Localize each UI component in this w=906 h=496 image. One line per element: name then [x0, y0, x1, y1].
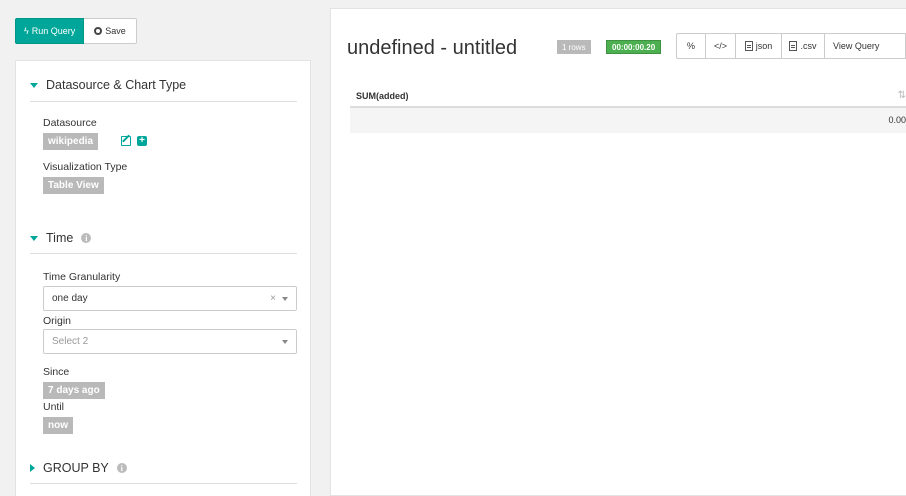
view-query-label: View Query: [833, 41, 880, 51]
until-value-tag[interactable]: now: [43, 417, 73, 434]
json-file-icon: [744, 41, 753, 51]
csv-file-icon: [789, 41, 798, 51]
time-granularity-label: Time Granularity: [43, 271, 121, 283]
since-label: Since: [43, 366, 70, 378]
section-header-groupby[interactable]: GROUP BY i: [30, 461, 127, 475]
table-row: 0.00: [350, 108, 906, 133]
json-label: json: [755, 41, 773, 51]
section-divider: [30, 101, 297, 102]
origin-select[interactable]: Select 2: [43, 329, 297, 354]
time-granularity-select[interactable]: one day ×: [43, 286, 297, 311]
edit-icon[interactable]: [121, 136, 131, 146]
link-button[interactable]: %: [676, 33, 706, 59]
save-button[interactable]: Save: [84, 18, 137, 44]
chevron-down-icon: [282, 340, 288, 344]
view-query-button[interactable]: View Query: [825, 33, 906, 59]
section-title-groupby: GROUP BY: [43, 461, 109, 475]
sort-icon[interactable]: ⇅: [898, 90, 906, 101]
save-label: Save: [105, 26, 126, 36]
section-divider: [30, 253, 297, 254]
sidebar: Datasource & Chart Type Datasource wikip…: [15, 60, 311, 496]
results-toolbar: % </> json .csv View Query: [676, 33, 906, 59]
clear-icon[interactable]: ×: [270, 293, 276, 304]
bolt-icon: ϟ: [24, 26, 29, 36]
table-cell: 0.00: [888, 115, 906, 125]
table-header: SUM(added) ⇅: [350, 84, 906, 108]
embed-icon: </>: [713, 41, 727, 51]
section-title-datasource: Datasource & Chart Type: [46, 78, 187, 92]
time-granularity-value: one day: [52, 293, 88, 304]
link-icon: %: [686, 41, 695, 51]
query-actions: ϟ Run Query Save: [15, 18, 137, 44]
json-export-button[interactable]: json: [736, 33, 782, 59]
datasource-label: Datasource: [43, 117, 97, 129]
csv-export-button[interactable]: .csv: [782, 33, 825, 59]
caret-right-icon: [30, 464, 35, 472]
section-header-time[interactable]: Time i: [30, 231, 92, 245]
viz-type-label: Visualization Type: [43, 161, 128, 173]
plus-icon[interactable]: +: [137, 136, 147, 146]
viz-type-tag[interactable]: Table View: [43, 177, 104, 194]
run-query-button[interactable]: ϟ Run Query: [15, 18, 85, 44]
save-icon: [94, 27, 103, 35]
csv-label: .csv: [800, 41, 817, 51]
row-count-badge: 1 rows: [557, 40, 591, 54]
results-panel: [330, 8, 906, 496]
info-icon[interactable]: i: [116, 463, 127, 473]
section-title-time: Time: [46, 231, 74, 245]
column-header[interactable]: SUM(added): [356, 91, 409, 101]
control-panel: ϟ Run Query Save Datasource & Chart Type…: [0, 0, 314, 496]
origin-label: Origin: [43, 315, 72, 327]
section-divider: [30, 483, 297, 484]
chevron-down-icon: [282, 297, 288, 301]
page-title: undefined - untitled: [347, 37, 518, 59]
datasource-value-tag[interactable]: wikipedia: [43, 133, 99, 150]
embed-button[interactable]: </>: [706, 33, 736, 59]
origin-placeholder: Select 2: [52, 336, 89, 347]
info-icon[interactable]: i: [81, 233, 92, 243]
caret-down-icon: [30, 235, 38, 241]
run-query-label: Run Query: [31, 26, 76, 36]
caret-down-icon: [30, 82, 38, 88]
section-header-datasource[interactable]: Datasource & Chart Type: [30, 78, 186, 92]
since-value-tag[interactable]: 7 days ago: [43, 382, 105, 399]
until-label: Until: [43, 401, 65, 413]
query-timer-badge: 00:00:00.20: [606, 40, 662, 54]
